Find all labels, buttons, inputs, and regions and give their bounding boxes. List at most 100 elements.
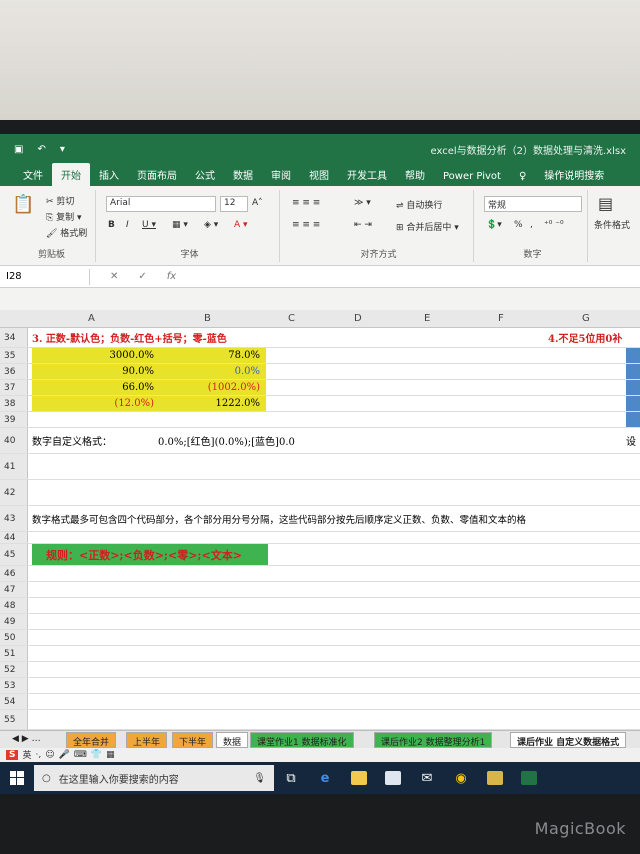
cell-g39-fill[interactable]	[626, 412, 640, 427]
sheet-tab[interactable]: 数据	[216, 732, 249, 748]
tab-home[interactable]: 开始	[52, 163, 90, 186]
copy-button[interactable]: ⎘ 复制 ▾	[46, 210, 81, 223]
cell-a36[interactable]: 90.0%	[32, 364, 160, 379]
cell-b40[interactable]: 0.0%;[红色](0.0%);[蓝色]0.0	[158, 428, 295, 453]
number-format-select[interactable]: 常规	[484, 196, 582, 212]
cell-b36[interactable]: 0.0%	[160, 364, 266, 379]
edge-icon[interactable]: e	[308, 762, 342, 794]
row-number[interactable]: 51	[0, 646, 28, 661]
tell-me-search[interactable]: 操作说明搜索	[535, 163, 613, 186]
sheet-tab[interactable]: 下半年	[172, 732, 214, 748]
cell-a37[interactable]: 66.0%	[32, 380, 160, 395]
row-number[interactable]: 53	[0, 678, 28, 693]
name-box[interactable]: I28	[0, 268, 90, 285]
orientation-icon[interactable]: ≫ ▾	[354, 198, 371, 208]
cell-a38[interactable]: (12.0%)	[32, 396, 160, 411]
sheet-nav-icon[interactable]: ◀ ▶ …	[6, 732, 47, 748]
cell-g36-fill[interactable]	[626, 364, 640, 379]
column-header-g[interactable]: G	[582, 313, 590, 324]
cell-g40[interactable]: 设	[626, 428, 636, 453]
underline-button[interactable]: U ▾	[142, 220, 156, 230]
spreadsheet-grid[interactable]: A B C D E F G 34 3. 正数-默认色；负数-红色+括号；零-蓝色…	[0, 310, 640, 730]
row-number[interactable]: 55	[0, 710, 28, 729]
cell-a34[interactable]: 3. 正数-默认色；负数-红色+括号；零-蓝色	[32, 328, 227, 347]
border-icon[interactable]: ▦ ▾	[172, 220, 188, 230]
save-icon[interactable]: ▣	[14, 144, 23, 155]
cancel-icon[interactable]: ✕	[110, 271, 118, 282]
column-header-b[interactable]: B	[204, 313, 211, 324]
ime-tools-icon[interactable]: ▦	[106, 750, 115, 760]
row-number[interactable]: 46	[0, 566, 28, 581]
mail-icon[interactable]: ✉	[410, 762, 444, 794]
row-number[interactable]: 44	[0, 532, 28, 543]
font-color-icon[interactable]: A ▾	[234, 220, 248, 230]
font-name-select[interactable]: Arial	[106, 196, 216, 212]
ime-emoji-icon[interactable]: ☺	[45, 750, 54, 760]
row-number[interactable]: 43	[0, 506, 28, 531]
row-number[interactable]: 36	[0, 364, 28, 379]
row-number[interactable]: 37	[0, 380, 28, 395]
row-number[interactable]: 39	[0, 412, 28, 427]
cell-g37-fill[interactable]	[626, 380, 640, 395]
undo-icon[interactable]: ↶	[37, 144, 45, 155]
ime-mic-icon[interactable]: 🎤	[59, 750, 70, 760]
cell-b37[interactable]: (1002.0%)	[160, 380, 266, 395]
row-number[interactable]: 49	[0, 614, 28, 629]
ime-skin-icon[interactable]: 👕	[91, 750, 102, 760]
row-number[interactable]: 54	[0, 694, 28, 709]
grow-font-icon[interactable]: A˄	[252, 198, 263, 208]
file-explorer-icon[interactable]	[342, 762, 376, 794]
decimal-icon[interactable]: ⁺⁰ ⁻⁰	[544, 220, 564, 230]
chrome-icon[interactable]: ◉	[444, 762, 478, 794]
windows-start-icon[interactable]	[0, 771, 34, 785]
sheet-tab[interactable]: 上半年	[126, 732, 168, 748]
sheet-tab[interactable]: 全年合并	[66, 732, 117, 748]
ime-punctuation-icon[interactable]: ·,	[36, 750, 42, 760]
row-number[interactable]: 47	[0, 582, 28, 597]
ime-toolbar[interactable]: S 英 ·, ☺ 🎤 ⌨ 👕 ▦	[6, 748, 115, 761]
tab-file[interactable]: 文件	[14, 163, 52, 186]
column-header-c[interactable]: C	[288, 313, 295, 324]
row-number[interactable]: 34	[0, 328, 28, 347]
fill-color-icon[interactable]: ◈ ▾	[204, 220, 218, 230]
microphone-icon[interactable]: 🎙	[253, 773, 266, 784]
sheet-tab[interactable]: 课堂作业1 数据标准化	[250, 732, 354, 748]
font-size-select[interactable]: 12	[220, 196, 248, 212]
sogou-icon[interactable]: S	[6, 749, 19, 760]
ime-english-icon[interactable]: 英	[22, 748, 31, 761]
align-top-icon[interactable]: ≡ ≡ ≡	[292, 198, 320, 208]
tab-page-layout[interactable]: 页面布局	[128, 163, 186, 186]
task-view-icon[interactable]: ⧉	[274, 762, 308, 794]
row-number[interactable]: 50	[0, 630, 28, 645]
tab-help[interactable]: 帮助	[396, 163, 434, 186]
row-number[interactable]: 52	[0, 662, 28, 677]
format-painter-button[interactable]: 🖌 格式刷	[46, 226, 87, 239]
comma-button[interactable]: ,	[530, 220, 533, 230]
sheet-tab[interactable]: 课后作业 自定义数据格式	[510, 732, 627, 748]
column-header-d[interactable]: D	[354, 313, 362, 324]
merge-center-button[interactable]: ⊞ 合并后居中 ▾	[396, 220, 459, 233]
tab-view[interactable]: 视图	[300, 163, 338, 186]
cell-g35-fill[interactable]	[626, 348, 640, 363]
row-number[interactable]: 45	[0, 544, 28, 565]
tab-developer[interactable]: 开发工具	[338, 163, 396, 186]
row-number[interactable]: 38	[0, 396, 28, 411]
tab-formulas[interactable]: 公式	[186, 163, 224, 186]
percent-button[interactable]: %	[514, 220, 523, 230]
ime-keyboard-icon[interactable]: ⌨	[74, 750, 87, 760]
row-number[interactable]: 48	[0, 598, 28, 613]
wrap-text-button[interactable]: ⇌ 自动换行	[396, 198, 442, 211]
fx-icon[interactable]: fx	[167, 271, 176, 282]
column-header-e[interactable]: E	[424, 313, 430, 324]
cell-a43[interactable]: 数字格式最多可包含四个代码部分，各个部分用分号分隔，这些代码部分按先后顺序定义正…	[32, 506, 526, 531]
cell-g34[interactable]: 4.不足5位用0补	[548, 328, 622, 347]
photos-icon[interactable]	[478, 762, 512, 794]
cell-a45[interactable]: 规则：<正数>;<负数>;<零>;<文本>	[32, 544, 268, 565]
indent-icon[interactable]: ⇤ ⇥	[354, 220, 372, 230]
sheet-tab[interactable]: 课后作业2 数据整理分析1	[374, 732, 493, 748]
taskbar-search[interactable]: ○ 在这里输入你要搜索的内容 🎙	[34, 765, 274, 791]
column-header-a[interactable]: A	[88, 313, 95, 324]
bold-button[interactable]: B	[108, 220, 115, 230]
tab-review[interactable]: 审阅	[262, 163, 300, 186]
italic-button[interactable]: I	[126, 220, 129, 230]
